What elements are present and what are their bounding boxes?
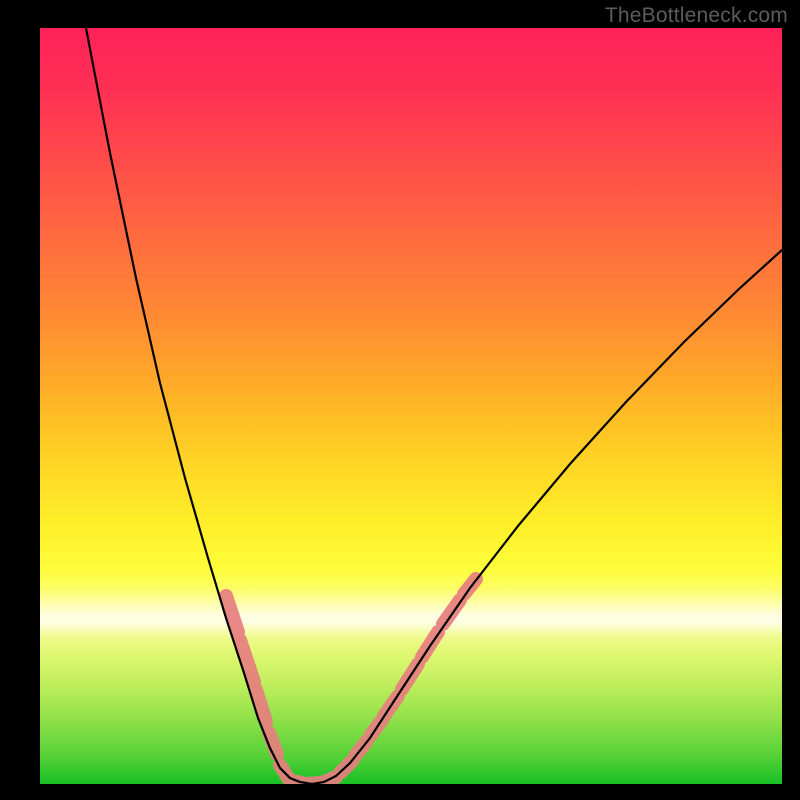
plot-area — [40, 28, 782, 784]
curve-layer — [40, 28, 782, 784]
highlight-segment — [240, 640, 254, 682]
chart-stage: TheBottleneck.com — [0, 0, 800, 800]
highlight-group — [226, 579, 476, 784]
watermark-text: TheBottleneck.com — [605, 4, 788, 28]
bottleneck-curve — [86, 28, 782, 784]
highlight-segment — [443, 600, 460, 624]
